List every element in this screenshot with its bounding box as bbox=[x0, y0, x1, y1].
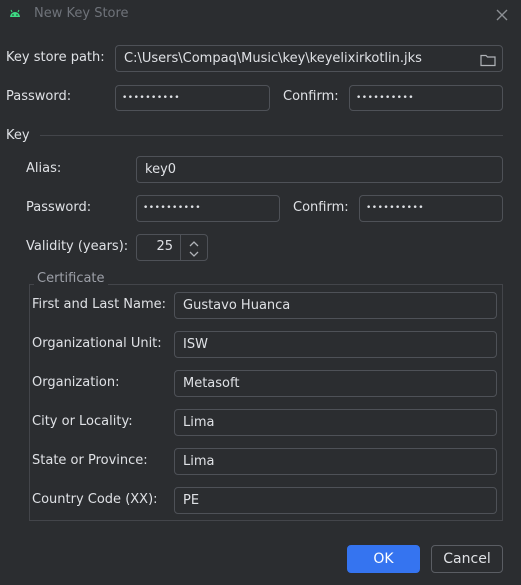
organizational-unit-label: Organizational Unit: bbox=[32, 336, 162, 351]
folder-icon[interactable] bbox=[480, 51, 496, 67]
key-section-label: Key bbox=[6, 128, 30, 143]
chevron-up-icon[interactable] bbox=[187, 238, 201, 248]
certificate-title: Certificate bbox=[34, 271, 108, 286]
android-icon bbox=[8, 7, 22, 21]
key-password-label: Password: bbox=[26, 200, 92, 215]
alias-label: Alias: bbox=[26, 161, 62, 176]
title-bar: New Key Store bbox=[0, 0, 521, 30]
key-store-path-field[interactable]: C:\Users\Compaq\Music\key\keyelixirkotli… bbox=[115, 45, 503, 72]
validity-label: Validity (years): bbox=[26, 239, 129, 254]
country-code-field[interactable]: PE bbox=[174, 487, 497, 514]
ok-button[interactable]: OK bbox=[347, 545, 420, 573]
alias-field[interactable]: key0 bbox=[136, 156, 503, 183]
window-title: New Key Store bbox=[34, 6, 129, 21]
city-locality-field[interactable]: Lima bbox=[174, 409, 497, 436]
validity-value: 25 bbox=[156, 239, 173, 254]
key-confirm-field[interactable]: •••••••••• bbox=[359, 195, 503, 222]
first-last-name-field[interactable]: Gustavo Huanca bbox=[174, 292, 497, 319]
new-key-store-dialog: New Key Store Key store path: C:\Users\C… bbox=[0, 0, 521, 585]
keystore-confirm-label: Confirm: bbox=[283, 89, 339, 104]
validity-spinner[interactable]: 25 bbox=[136, 234, 208, 261]
key-section-divider bbox=[40, 135, 503, 136]
organizational-unit-field[interactable]: ISW bbox=[174, 331, 497, 358]
keystore-password-label: Password: bbox=[6, 89, 72, 104]
keystore-confirm-field[interactable]: •••••••••• bbox=[349, 85, 503, 111]
city-locality-label: City or Locality: bbox=[32, 414, 133, 429]
organization-label: Organization: bbox=[32, 375, 120, 390]
chevron-down-icon[interactable] bbox=[187, 248, 201, 258]
organization-field[interactable]: Metasoft bbox=[174, 370, 497, 397]
close-icon[interactable] bbox=[493, 6, 511, 24]
cancel-button[interactable]: Cancel bbox=[431, 545, 503, 573]
key-confirm-label: Confirm: bbox=[293, 200, 349, 215]
certificate-group bbox=[29, 284, 503, 521]
key-store-path-value: C:\Users\Compaq\Music\key\keyelixirkotli… bbox=[124, 51, 422, 66]
key-store-path-label: Key store path: bbox=[6, 50, 105, 65]
key-password-field[interactable]: •••••••••• bbox=[136, 195, 280, 222]
keystore-password-field[interactable]: •••••••••• bbox=[115, 85, 270, 111]
state-province-label: State or Province: bbox=[32, 453, 148, 468]
country-code-label: Country Code (XX): bbox=[32, 492, 158, 507]
state-province-field[interactable]: Lima bbox=[174, 448, 497, 475]
first-last-name-label: First and Last Name: bbox=[32, 297, 167, 312]
spinner-divider bbox=[180, 235, 181, 260]
